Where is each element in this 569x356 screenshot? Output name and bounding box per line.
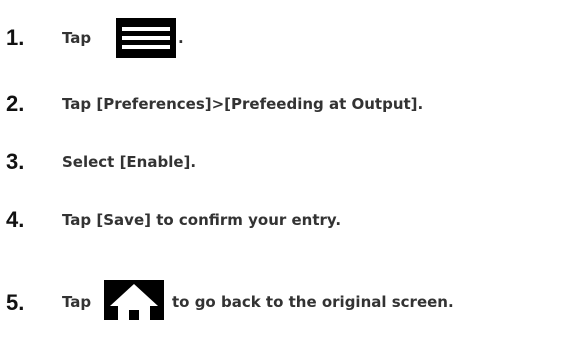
step-text: Tap <box>62 293 92 311</box>
step-number: 1. <box>6 25 25 50</box>
step-text: Tap <box>62 29 92 47</box>
step-2: 2. Tap [Preferences]>[Prefeeding at Outp… <box>0 84 569 124</box>
step-5: 5. Tap to go back to the original screen… <box>0 280 569 320</box>
step-text-after: . <box>178 29 184 47</box>
step-text: Select [Enable]. <box>62 153 197 171</box>
step-number: 3. <box>6 149 25 174</box>
step-number: 2. <box>6 91 25 116</box>
step-text-after: to go back to the original screen. <box>172 293 454 311</box>
step-1: 1. Tap . <box>0 18 569 58</box>
step-text: Tap [Preferences]>[Prefeeding at Output]… <box>62 95 424 113</box>
step-number: 4. <box>6 207 25 232</box>
step-number: 5. <box>6 290 25 315</box>
step-4: 4. Tap [Save] to confirm your entry. <box>0 200 569 240</box>
step-3: 3. Select [Enable]. <box>0 142 569 182</box>
home-icon <box>104 280 164 320</box>
menu-icon <box>116 18 176 58</box>
home-icon-glyph <box>110 284 158 320</box>
step-text: Tap [Save] to confirm your entry. <box>62 211 342 229</box>
